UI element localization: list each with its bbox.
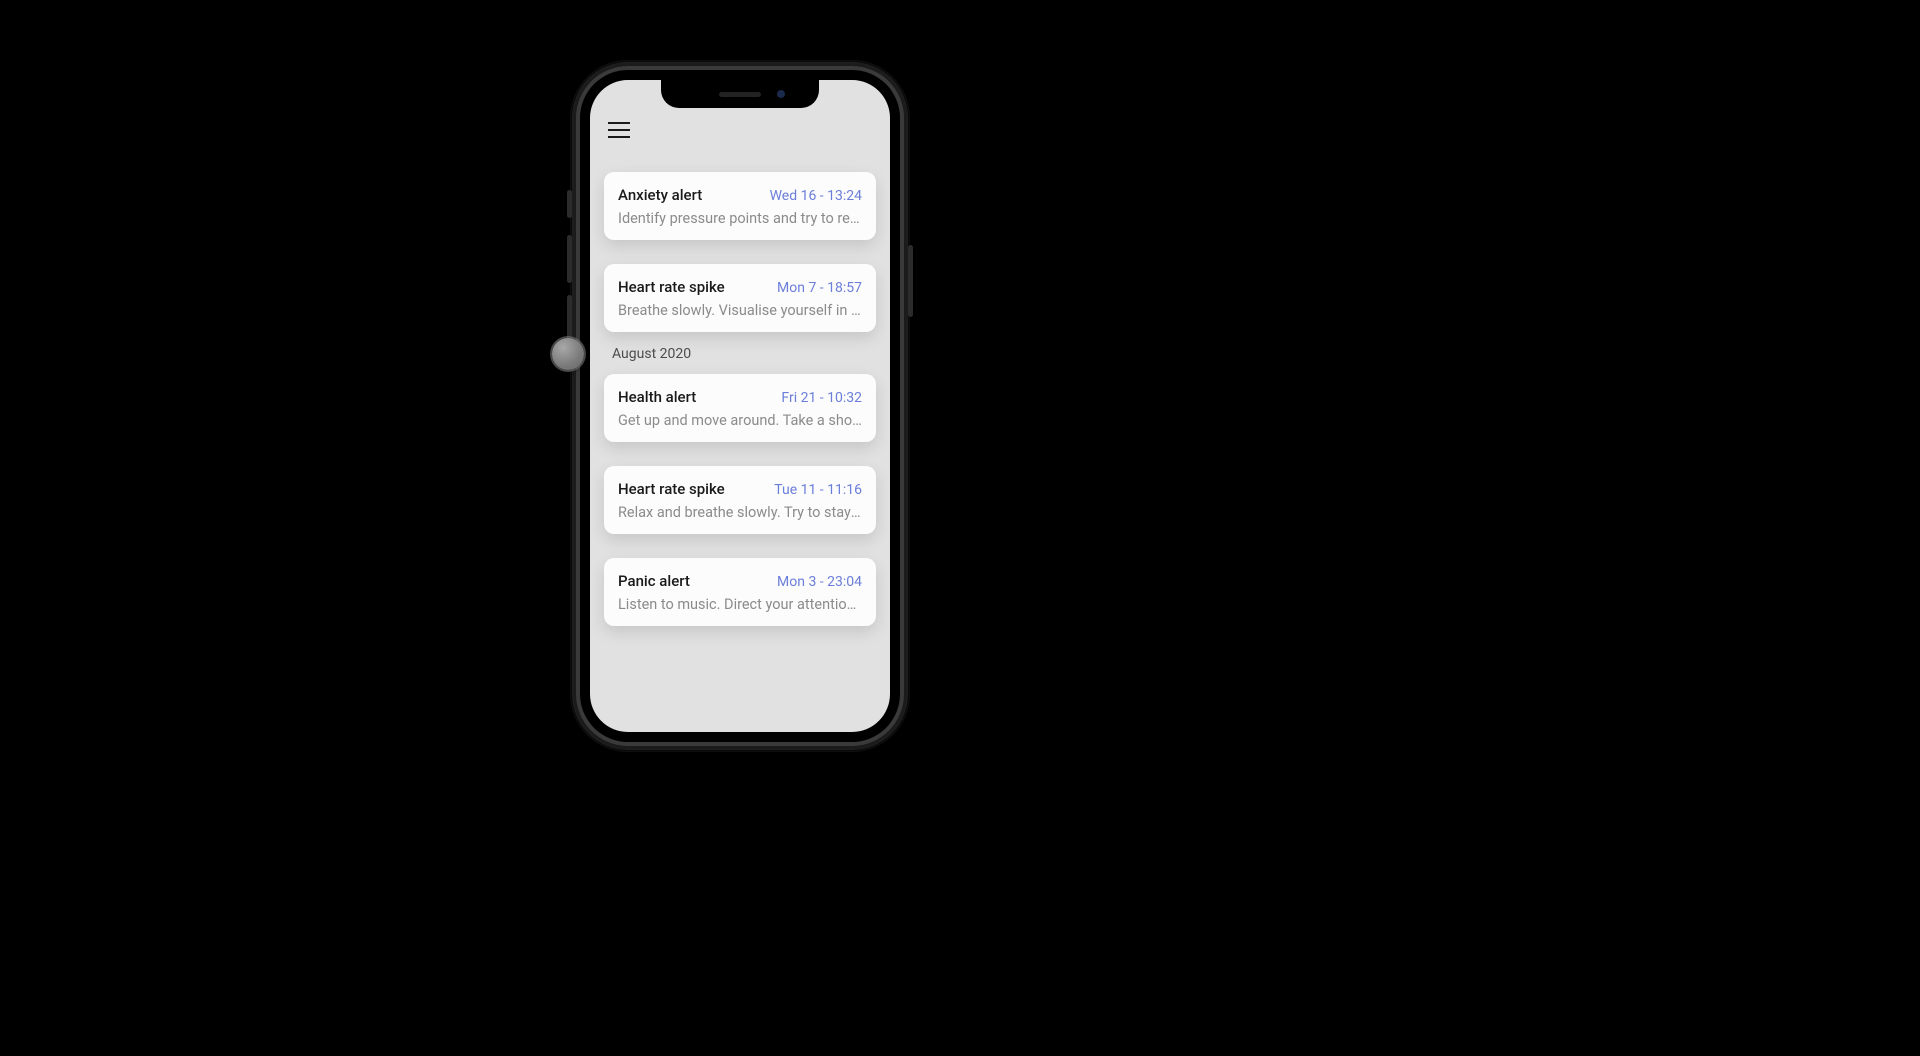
front-camera bbox=[777, 90, 785, 98]
alert-body: Identify pressure points and try to redu… bbox=[618, 210, 862, 227]
hamburger-icon bbox=[608, 122, 630, 124]
mute-switch bbox=[567, 190, 572, 218]
alert-card[interactable]: Panic alert Mon 3 - 23:04 Listen to musi… bbox=[604, 558, 876, 626]
alert-body: Listen to music. Direct your attention e… bbox=[618, 596, 862, 613]
app-content: Anxiety alert Wed 16 - 13:24 Identify pr… bbox=[590, 80, 890, 732]
volume-up-button bbox=[567, 235, 572, 283]
speaker-grille bbox=[719, 92, 761, 97]
power-button bbox=[908, 245, 913, 317]
alert-title: Anxiety alert bbox=[618, 186, 702, 204]
alert-time: Tue 11 - 11:16 bbox=[774, 482, 862, 498]
alert-card[interactable]: Heart rate spike Tue 11 - 11:16 Relax an… bbox=[604, 466, 876, 534]
alert-card[interactable]: Health alert Fri 21 - 10:32 Get up and m… bbox=[604, 374, 876, 442]
alert-time: Mon 3 - 23:04 bbox=[777, 574, 862, 590]
alert-time: Mon 7 - 18:57 bbox=[777, 280, 862, 296]
notch bbox=[661, 80, 819, 108]
alerts-list[interactable]: Anxiety alert Wed 16 - 13:24 Identify pr… bbox=[590, 138, 890, 646]
alert-card[interactable]: Anxiety alert Wed 16 - 13:24 Identify pr… bbox=[604, 172, 876, 240]
alert-time: Wed 16 - 13:24 bbox=[770, 188, 862, 204]
phone-screen: Anxiety alert Wed 16 - 13:24 Identify pr… bbox=[590, 80, 890, 732]
alert-title: Panic alert bbox=[618, 572, 690, 590]
alert-title: Heart rate spike bbox=[618, 278, 725, 296]
phone-frame: Anxiety alert Wed 16 - 13:24 Identify pr… bbox=[580, 70, 900, 742]
alert-card[interactable]: Heart rate spike Mon 7 - 18:57 Breathe s… bbox=[604, 264, 876, 332]
volume-down-button bbox=[567, 295, 572, 343]
cursor-indicator bbox=[552, 338, 584, 370]
alert-body: Relax and breathe slowly. Try to stay ca… bbox=[618, 504, 862, 521]
section-header: August 2020 bbox=[604, 332, 876, 366]
alert-body: Breathe slowly. Visualise yourself in a … bbox=[618, 302, 862, 319]
alert-title: Heart rate spike bbox=[618, 480, 725, 498]
alert-time: Fri 21 - 10:32 bbox=[781, 390, 862, 406]
alert-body: Get up and move around. Take a short wal… bbox=[618, 412, 862, 429]
menu-button[interactable] bbox=[608, 122, 630, 138]
alert-title: Health alert bbox=[618, 388, 696, 406]
